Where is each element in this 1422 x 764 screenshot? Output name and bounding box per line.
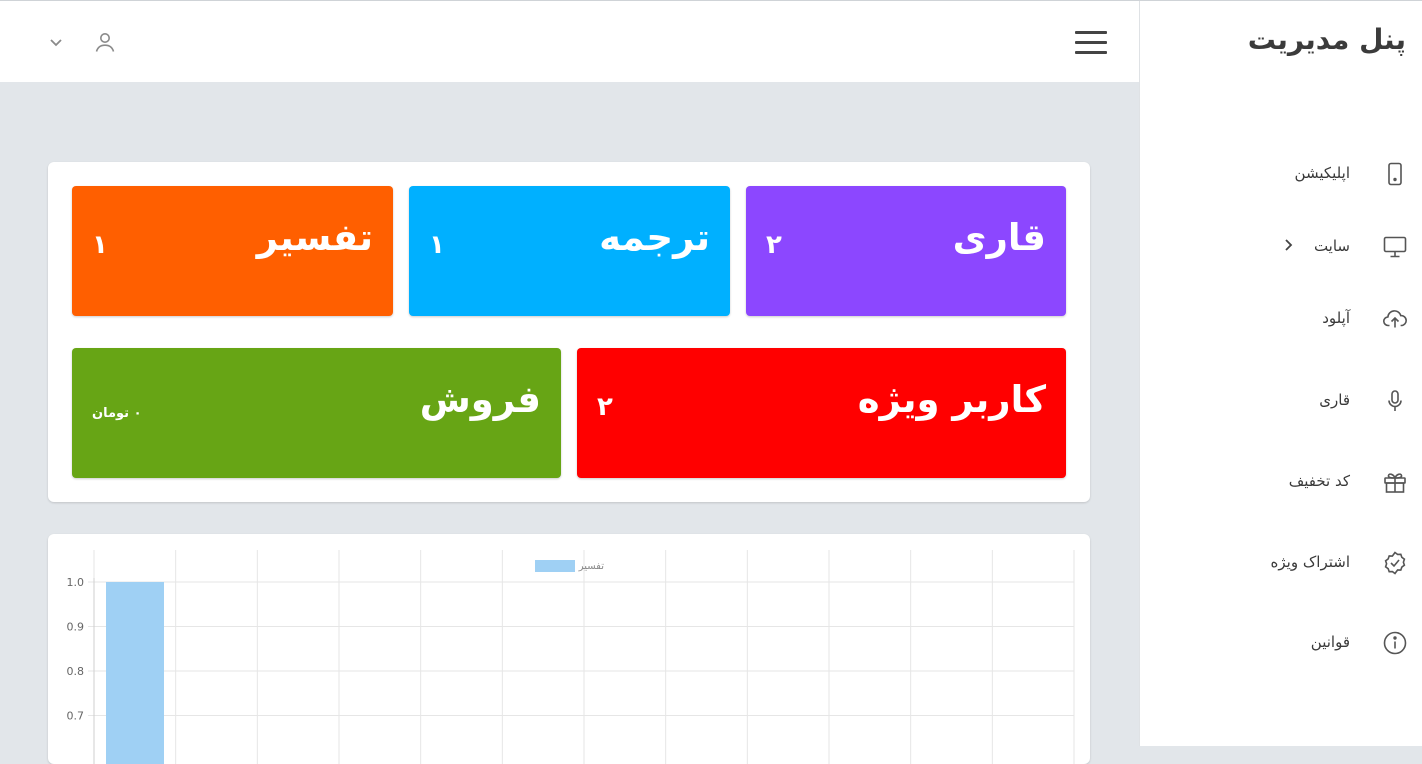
legend-label: تفسیر: [578, 561, 605, 572]
user-icon[interactable]: [93, 30, 117, 54]
sidebar: پنل مدیریت اپلیکیشن سایت آپلود قاری کد ت…: [1139, 1, 1422, 746]
y-tick-label: 1.0: [67, 576, 85, 589]
stat-title: قاری: [952, 216, 1046, 259]
sidebar-item-reciter[interactable]: قاری: [1139, 379, 1422, 423]
y-tick-label: 0.8: [67, 665, 85, 678]
stat-tile-sales[interactable]: فروش ۰ تومان: [72, 348, 561, 478]
y-tick-label: 0.7: [67, 710, 85, 723]
sidebar-item-label: کد تخفیف: [1288, 472, 1350, 490]
sidebar-item-premium[interactable]: اشتراک ویژه: [1139, 541, 1422, 585]
stat-value: ۲: [597, 392, 613, 422]
sidebar-item-upload[interactable]: آپلود: [1139, 297, 1422, 341]
chevron-right-icon[interactable]: [1282, 235, 1296, 255]
bar-chart: 1.0 0.9 0.8 0.7 تفسیر: [67, 550, 1075, 764]
stat-title: ترجمه: [599, 216, 710, 259]
brand-title: پنل مدیریت: [1247, 23, 1406, 56]
stat-tile-premium-users[interactable]: کاربر ویژه ۲: [577, 348, 1066, 478]
sidebar-item-label: آپلود: [1322, 309, 1350, 327]
gift-icon: [1384, 473, 1406, 493]
sidebar-item-label: سایت: [1313, 237, 1350, 255]
stats-card: قاری ۲ ترجمه ۱ تفسیر ۱ کاربر ویژه ۲ فروش…: [48, 162, 1090, 502]
sidebar-item-label: اپلیکیشن: [1294, 164, 1350, 182]
stat-tile-translation[interactable]: ترجمه ۱: [409, 186, 730, 316]
stat-title: کاربر ویژه: [857, 378, 1046, 421]
top-header: [0, 1, 1139, 82]
sidebar-item-site[interactable]: سایت: [1139, 225, 1422, 269]
cloud-upload-icon: [1383, 310, 1407, 328]
stat-title: فروش: [419, 378, 541, 421]
stat-tile-reciter[interactable]: قاری ۲: [746, 186, 1066, 316]
sidebar-item-discount[interactable]: کد تخفیف: [1139, 460, 1422, 504]
chart-bar: [106, 582, 164, 764]
chevron-down-icon[interactable]: [47, 36, 65, 50]
monitor-icon: [1383, 236, 1407, 258]
microphone-icon: [1388, 390, 1402, 411]
hamburger-icon[interactable]: [1075, 31, 1107, 55]
stat-value: ۰ تومان: [92, 406, 142, 421]
chart-card: 1.0 0.9 0.8 0.7 تفسیر: [48, 534, 1090, 764]
sidebar-item-label: قوانین: [1310, 633, 1350, 651]
mobile-icon: [1388, 162, 1402, 186]
legend-swatch: [535, 560, 575, 572]
sidebar-item-rules[interactable]: قوانین: [1139, 621, 1422, 665]
stat-tile-tafsir[interactable]: تفسیر ۱: [72, 186, 393, 316]
stat-value: ۲: [766, 230, 782, 260]
info-icon: [1383, 631, 1407, 655]
check-badge-icon: [1384, 551, 1406, 575]
sidebar-item-label: اشتراک ویژه: [1270, 553, 1350, 571]
stat-title: تفسیر: [256, 216, 373, 259]
sidebar-item-app[interactable]: اپلیکیشن: [1139, 152, 1422, 196]
stat-value: ۱: [92, 230, 108, 260]
y-tick-label: 0.9: [67, 621, 85, 634]
stat-value: ۱: [429, 230, 445, 260]
sidebar-item-label: قاری: [1319, 391, 1350, 409]
